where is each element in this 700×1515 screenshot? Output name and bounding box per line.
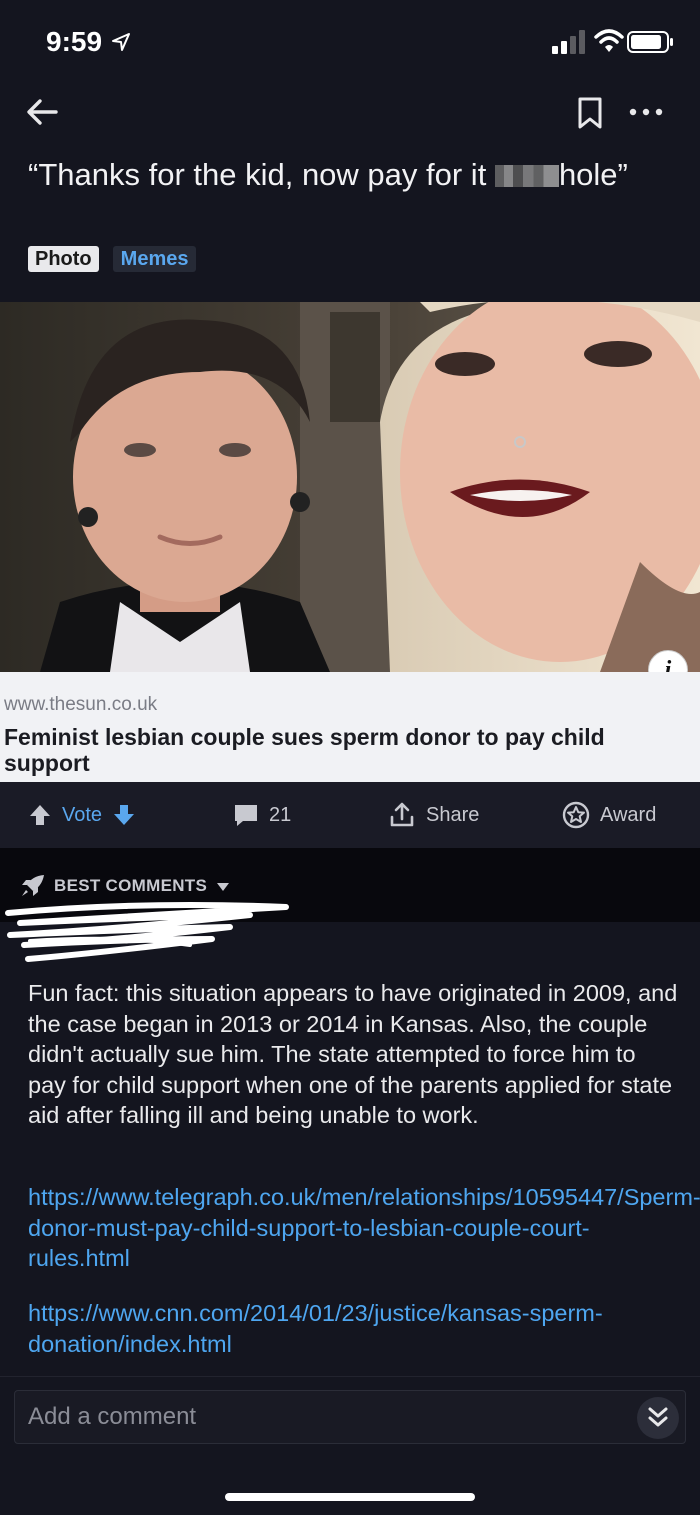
comment-count: 21 — [269, 803, 292, 826]
post-title-prefix: “Thanks for the kid, now pay for it — [28, 157, 495, 192]
share-label: Share — [426, 803, 480, 826]
redacted-username-scribble — [5, 902, 289, 962]
post-title: “Thanks for the kid, now pay for it hole… — [28, 156, 668, 193]
caret-down-icon — [217, 883, 229, 891]
double-chevron-down-icon — [648, 1407, 668, 1427]
post-title-suffix: hole” — [558, 157, 628, 192]
vote-control: Vote — [28, 782, 136, 848]
link-headline: Feminist lesbian couple sues sperm donor… — [4, 724, 605, 776]
comment-icon — [235, 805, 257, 826]
back-arrow-icon[interactable] — [24, 94, 60, 130]
sort-label: BEST COMMENTS — [54, 876, 208, 895]
downvote-icon[interactable] — [112, 803, 136, 827]
award-label: Award — [600, 803, 657, 826]
expand-comments-button[interactable] — [637, 1397, 679, 1439]
signal-icon — [552, 30, 585, 54]
top-nav — [0, 84, 700, 140]
comment-link-cnn[interactable]: https://www.cnn.com/2014/01/23/justice/k… — [28, 1298, 678, 1359]
share-icon — [390, 802, 414, 827]
wifi-icon — [594, 29, 624, 52]
flair-photo[interactable]: Photo — [28, 246, 99, 272]
redacted-word — [494, 165, 559, 187]
comment-text: Fun fact: this situation appears to have… — [28, 980, 678, 1128]
flair-memes[interactable]: Memes — [112, 246, 197, 272]
status-time: 9:59 — [46, 26, 103, 57]
link-domain: www.thesun.co.uk — [4, 694, 158, 715]
comment-composer — [14, 1390, 686, 1444]
comment-input[interactable] — [15, 1391, 615, 1443]
award-icon — [562, 801, 590, 829]
comment-link-telegraph[interactable]: https://www.telegraph.co.uk/men/relation… — [28, 1182, 700, 1274]
more-icon[interactable] — [628, 102, 664, 122]
post-image[interactable] — [0, 302, 700, 672]
home-indicator[interactable] — [225, 1493, 475, 1501]
upvote-icon[interactable] — [28, 803, 52, 827]
post-photo-illustration — [0, 302, 700, 672]
divider — [0, 1376, 700, 1377]
share-button[interactable]: Share — [388, 782, 479, 848]
status-bar: 9:59 — [0, 0, 700, 80]
flair-row: Photo Memes — [28, 246, 197, 272]
post-action-bar: Vote 21 Share Award — [0, 782, 700, 848]
bookmark-icon[interactable] — [576, 96, 604, 130]
comments-button[interactable]: 21 — [233, 782, 291, 848]
vote-label: Vote — [62, 803, 103, 826]
link-preview-card[interactable]: www.thesun.co.uk Feminist lesbian couple… — [0, 672, 700, 782]
location-arrow-icon — [112, 33, 130, 51]
battery-icon — [627, 31, 673, 53]
award-button[interactable]: Award — [562, 782, 656, 848]
